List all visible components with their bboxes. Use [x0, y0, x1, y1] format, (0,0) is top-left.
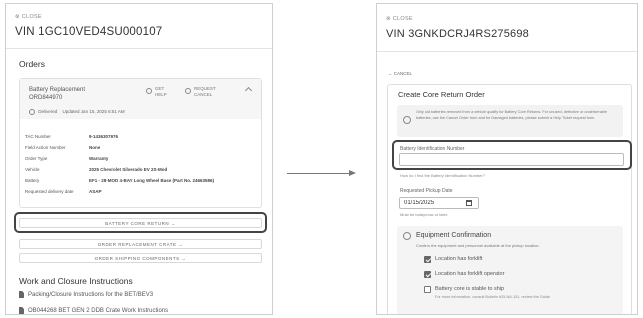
work-heading: Work and Closure Instructions — [19, 276, 133, 286]
highlight-box — [14, 212, 267, 233]
status-line: Delivered Updated Jan 15, 2025 6:51 AM — [29, 109, 125, 115]
vin-title: VIN 3GNKDCRJ4RS275698 — [386, 28, 529, 40]
order-name: Battery Replacement ORD844970 — [29, 87, 86, 101]
instruction-link[interactable]: Packing/Closure Instructions for the BET… — [19, 291, 153, 298]
info-icon — [403, 116, 411, 124]
equipment-footnote: For more information, consult Bulletin #… — [435, 295, 551, 299]
calendar-icon[interactable] — [466, 200, 472, 206]
form-title: Create Core Return Order — [398, 90, 485, 99]
checkbox[interactable] — [424, 256, 431, 263]
close-button[interactable]: ⊗ CLOSE — [386, 16, 413, 22]
order-shipping-components-button[interactable]: ORDER SHIPPING COMPONENTS → — [19, 253, 262, 263]
checkbox-forklift-operator[interactable]: Location has forklift operator — [424, 271, 504, 278]
equipment-confirmation: Equipment Confirmation Confirm the equip… — [397, 226, 623, 314]
check-circle-icon — [29, 109, 35, 115]
battery-id-help-link[interactable]: How do I find the Battery Identification… — [400, 173, 485, 178]
checkbox[interactable] — [424, 286, 431, 293]
chevron-up-icon[interactable] — [244, 86, 253, 95]
document-icon — [19, 291, 24, 298]
equipment-description: Confirm the equipment and personnel avai… — [416, 243, 540, 248]
checkbox-forklift[interactable]: Location has forklift — [424, 256, 482, 263]
divider — [377, 51, 637, 52]
left-panel: ⊗ CLOSE VIN 1GC10VED4SU000107 Orders Bat… — [5, 3, 273, 315]
pickup-date-label: Requested Pickup Date — [400, 188, 453, 194]
cancel-icon — [185, 88, 191, 94]
arrow-right-icon — [349, 170, 356, 176]
cancel-link[interactable]: ← CANCEL — [388, 71, 412, 76]
equipment-title: Equipment Confirmation — [416, 232, 492, 239]
arrow-line — [287, 173, 351, 174]
pickup-date-hint: Must be today/now or later. — [400, 212, 449, 217]
divider — [6, 48, 272, 49]
info-text: Only old batteries removed from a vehicl… — [416, 110, 607, 120]
order-replacement-crate-button[interactable]: ORDER REPLACEMENT CRATE → — [19, 239, 262, 249]
vin-title: VIN 1GC10VED4SU000107 — [15, 26, 163, 38]
info-icon — [403, 232, 411, 240]
help-icon — [146, 88, 152, 94]
order-header[interactable]: Battery Replacement ORD844970 GET HELP R… — [20, 79, 261, 119]
info-box: Only old batteries removed from a vehicl… — [397, 105, 623, 137]
right-panel: ⊗ CLOSE VIN 3GNKDCRJ4RS275698 ← CANCEL C… — [376, 3, 638, 315]
close-icon: ⊗ — [15, 14, 20, 20]
orders-heading: Orders — [19, 59, 45, 69]
highlight-box — [392, 140, 632, 170]
create-core-return-card: Create Core Return Order Only old batter… — [387, 84, 632, 314]
document-icon — [19, 307, 24, 314]
checkbox[interactable] — [424, 271, 431, 278]
checkbox-stable-to-ship[interactable]: Battery core is stable to ship — [424, 286, 504, 293]
close-icon: ⊗ — [386, 16, 391, 22]
close-button[interactable]: ⊗ CLOSE — [15, 14, 42, 20]
instruction-link[interactable]: OB044268 BET GEN 2 DDB Crate Work Instru… — [19, 307, 168, 314]
